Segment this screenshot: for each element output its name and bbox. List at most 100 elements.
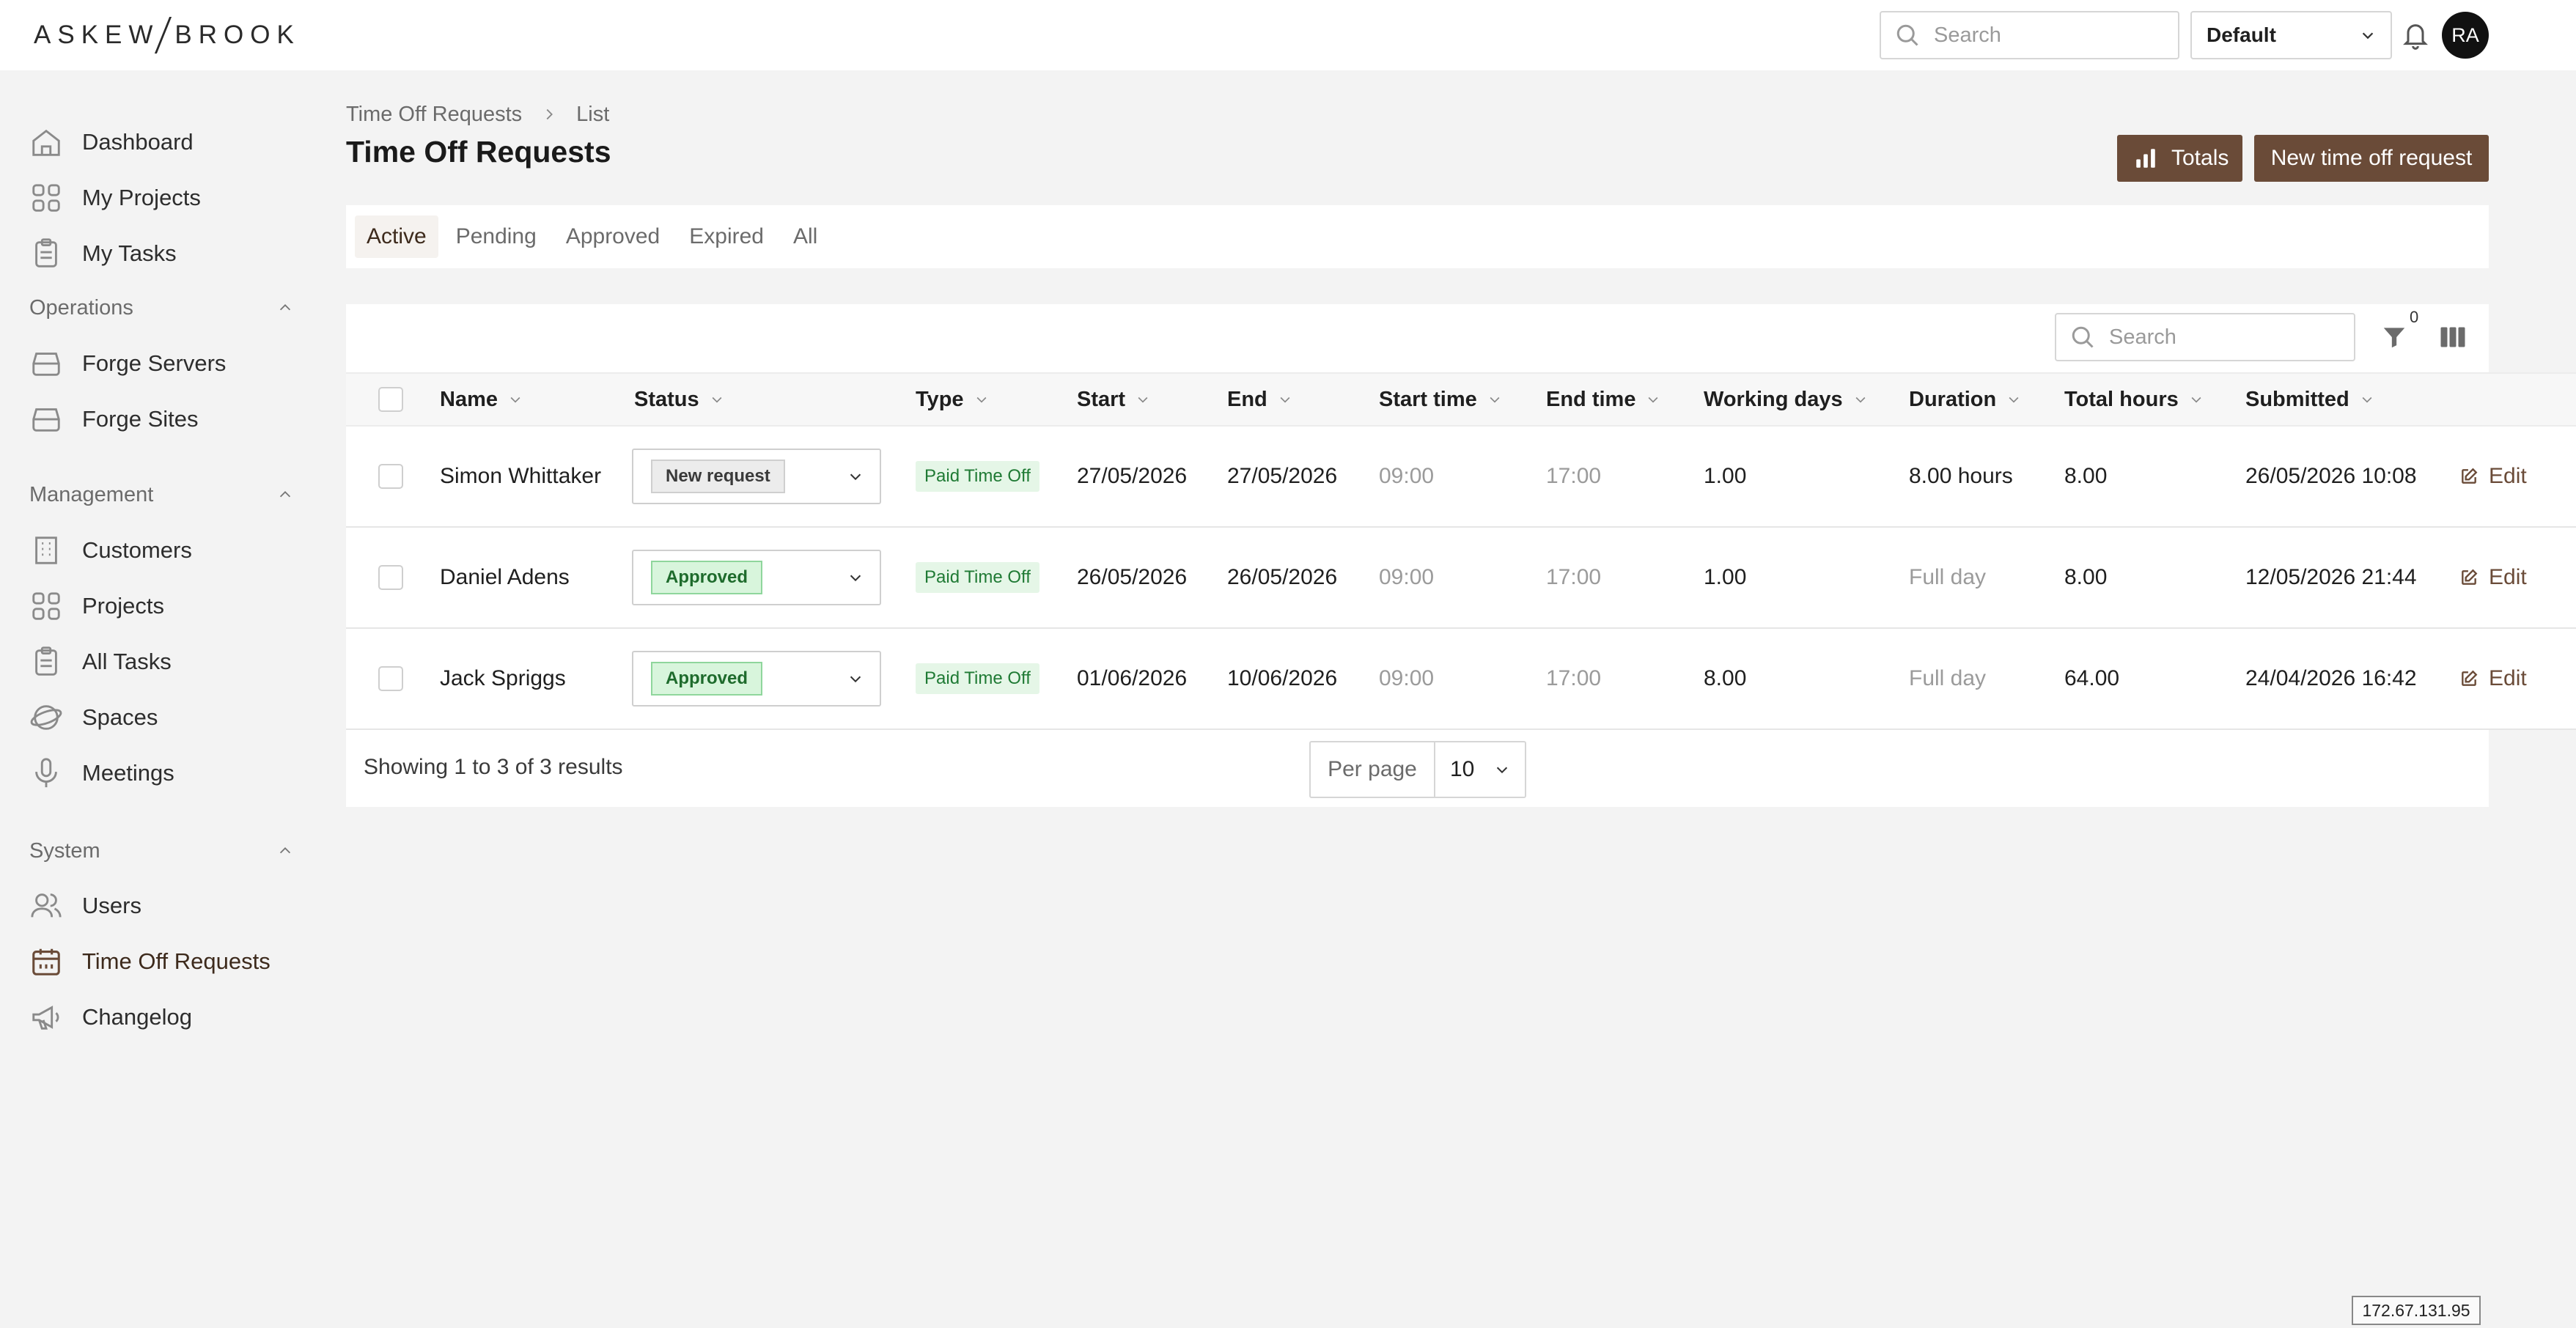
chevron-up-icon	[279, 304, 291, 311]
table-search[interactable]	[2055, 313, 2355, 361]
columns-icon[interactable]	[2440, 325, 2466, 349]
edit-link-label: Edit	[2489, 464, 2527, 488]
row-checkbox[interactable]	[378, 565, 403, 590]
chevron-down-icon	[1490, 396, 1500, 403]
column-header-end[interactable]: End	[1227, 374, 1292, 425]
column-header-start[interactable]: Start	[1077, 374, 1150, 425]
row-checkbox[interactable]	[378, 464, 403, 489]
per-page-value-box[interactable]: 10	[1435, 742, 1525, 797]
table-row[interactable]: Daniel Adens Approved Paid Time Off 26/0…	[346, 528, 2576, 629]
column-header-working-days[interactable]: Working days	[1704, 374, 1868, 425]
ip-address-tag: 172.67.131.95	[2352, 1296, 2481, 1325]
cell-end: 10/06/2026	[1227, 666, 1338, 690]
status-select[interactable]: New request	[632, 449, 881, 504]
cell-start: 26/05/2026	[1077, 565, 1188, 589]
sidebar-item-time-off-requests[interactable]: Time Off Requests	[29, 940, 293, 984]
sidebar-item-meetings[interactable]: Meetings	[29, 751, 293, 795]
sidebar-item-changelog[interactable]: Changelog	[29, 995, 293, 1039]
sidebar-item-forge-servers[interactable]: Forge Servers	[29, 342, 293, 386]
column-header-status[interactable]: Status	[634, 374, 724, 425]
sidebar-section-system[interactable]: System	[29, 833, 293, 869]
sidebar-item-label: Spaces	[82, 704, 158, 730]
tab-all[interactable]: All	[781, 215, 829, 258]
totals-button[interactable]: Totals	[2117, 135, 2242, 182]
sidebar-item-dashboard[interactable]: Dashboard	[29, 120, 293, 164]
filter-icon[interactable]	[2380, 322, 2408, 352]
tab-pending[interactable]: Pending	[444, 215, 548, 258]
sidebar-item-customers[interactable]: Customers	[29, 528, 293, 572]
column-header-label: End time	[1546, 387, 1636, 411]
edit-link[interactable]: Edit	[2459, 427, 2527, 526]
calendar-icon	[32, 948, 60, 975]
sidebar-item-users[interactable]: Users	[29, 884, 293, 928]
status-badge: New request	[651, 460, 785, 493]
table-search-input[interactable]	[2109, 325, 2354, 350]
sidebar-section-operations[interactable]: Operations	[29, 289, 293, 326]
table-row[interactable]: Jack Spriggs Approved Paid Time Off 01/0…	[346, 629, 2576, 730]
global-search[interactable]	[1880, 11, 2179, 59]
breadcrumb-parent[interactable]: Time Off Requests	[346, 103, 522, 127]
column-header-submitted[interactable]: Submitted	[2245, 374, 2374, 425]
edit-link[interactable]: Edit	[2459, 528, 2527, 627]
chevron-down-icon	[2009, 396, 2019, 403]
column-header-end-time[interactable]: End time	[1546, 374, 1660, 425]
type-badge: Paid Time Off	[916, 562, 1039, 593]
cell-submitted: 12/05/2026 21:44	[2245, 565, 2417, 589]
row-checkbox-cell	[378, 528, 403, 627]
tab-approved[interactable]: Approved	[554, 215, 671, 258]
breadcrumb-current: List	[576, 102, 610, 126]
new-time-off-request-button[interactable]: New time off request	[2254, 135, 2489, 182]
cell-submitted: 26/05/2026 10:08	[2245, 464, 2417, 488]
type-badge: Paid Time Off	[916, 663, 1039, 694]
cell-type: Paid Time Off	[916, 427, 1039, 526]
clipboard-icon	[35, 238, 57, 268]
sidebar-item-label: Projects	[82, 593, 164, 619]
sidebar-item-spaces[interactable]: Spaces	[29, 696, 293, 739]
status-select[interactable]: Approved	[632, 550, 881, 605]
sidebar: Dashboard My Projects My Tasks Operation…	[0, 70, 315, 1328]
chevron-down-icon	[1496, 767, 1508, 774]
column-header-total-hours[interactable]: Total hours	[2064, 374, 2204, 425]
tab-active[interactable]: Active	[355, 215, 438, 258]
tab-expired[interactable]: Expired	[677, 215, 776, 258]
workspace-select[interactable]: Default	[2190, 11, 2392, 59]
column-header-start-time[interactable]: Start time	[1379, 374, 1502, 425]
sidebar-item-my-tasks[interactable]: My Tasks	[29, 232, 293, 276]
sidebar-item-my-projects[interactable]: My Projects	[29, 176, 293, 220]
sidebar-item-all-tasks[interactable]: All Tasks	[29, 640, 293, 684]
sidebar-section-management[interactable]: Management	[29, 476, 293, 513]
status-badge: Approved	[651, 662, 763, 696]
status-select[interactable]: Approved	[632, 651, 881, 707]
sidebar-item-label: Forge Servers	[82, 350, 227, 376]
bell-icon[interactable]	[2401, 19, 2430, 51]
per-page-select[interactable]: Per page 10	[1309, 741, 1526, 798]
cell-name: Daniel Adens	[440, 565, 570, 589]
brand-right: BROOK	[174, 21, 301, 49]
cell-duration: Full day	[1909, 666, 1987, 690]
brand-logo[interactable]: ASKEW BROOK	[34, 16, 301, 54]
column-header-duration[interactable]: Duration	[1909, 374, 2021, 425]
grid-icon	[32, 184, 60, 212]
status-badge: Approved	[651, 561, 763, 594]
column-header-type[interactable]: Type	[916, 374, 989, 425]
cell-start: 27/05/2026	[1077, 464, 1188, 488]
chevron-down-icon	[1280, 396, 1290, 403]
sidebar-item-projects[interactable]: Projects	[29, 584, 293, 628]
user-avatar[interactable]: RA	[2442, 12, 2489, 59]
sidebar-item-label: Dashboard	[82, 129, 194, 155]
search-icon	[1896, 24, 1918, 46]
table-row[interactable]: Simon Whittaker New request Paid Time Of…	[346, 427, 2576, 528]
row-checkbox[interactable]	[378, 666, 403, 691]
column-header-label: Total hours	[2064, 387, 2179, 411]
chevron-down-icon	[2362, 32, 2374, 40]
column-header-name[interactable]: Name	[440, 374, 523, 425]
cell-working-days: 1.00	[1704, 464, 1747, 488]
sidebar-item-forge-sites[interactable]: Forge Sites	[29, 397, 293, 441]
global-search-input[interactable]	[1934, 23, 2178, 48]
cell-status: New request	[632, 427, 881, 526]
sidebar-item-label: My Projects	[82, 185, 201, 210]
select-all-checkbox[interactable]	[378, 387, 403, 412]
edit-link[interactable]: Edit	[2459, 629, 2527, 728]
cell-type: Paid Time Off	[916, 629, 1039, 728]
search-icon	[2072, 326, 2094, 348]
